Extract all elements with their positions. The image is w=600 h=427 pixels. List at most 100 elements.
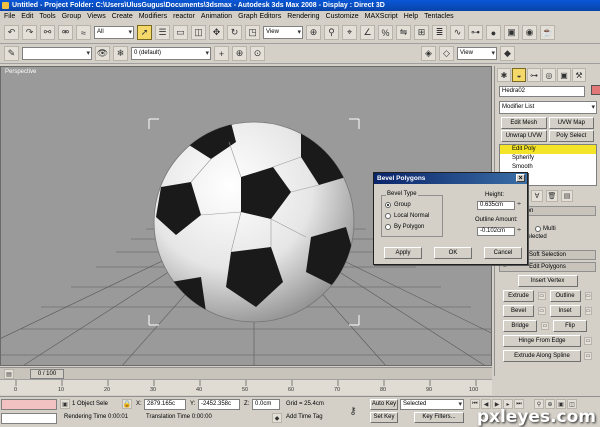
selected-combo[interactable]: Selected bbox=[400, 399, 464, 410]
cancel-button[interactable]: Cancel bbox=[484, 247, 522, 259]
local-normal-radio[interactable] bbox=[385, 213, 391, 219]
time-slider-thumb[interactable]: 0 / 100 bbox=[30, 369, 64, 379]
bevel-button[interactable]: Bevel bbox=[503, 305, 535, 317]
hinge-settings-icon[interactable]: ▭ bbox=[584, 337, 592, 345]
add-to-layer-icon[interactable]: ⊕ bbox=[232, 46, 247, 61]
poly-select-button[interactable]: Poly Select bbox=[548, 130, 594, 142]
time-slider[interactable]: ▤ 0 / 100 bbox=[0, 367, 492, 379]
maxscript-mini-listener[interactable] bbox=[1, 413, 57, 424]
bridge-settings-icon[interactable]: ▭ bbox=[541, 322, 549, 330]
apply-button[interactable]: Apply bbox=[384, 247, 422, 259]
key-filters-button[interactable]: Key Filters... bbox=[414, 412, 464, 423]
stack-item-spherify[interactable]: Spherify bbox=[500, 154, 596, 163]
rotate-icon[interactable]: ↻ bbox=[227, 25, 242, 40]
menu-views[interactable]: Views bbox=[87, 11, 106, 22]
menu-create[interactable]: Create bbox=[112, 11, 133, 22]
by-polygon-option[interactable]: By Polygon bbox=[385, 224, 424, 230]
named-selection-icon[interactable]: ✎ bbox=[4, 46, 19, 61]
time-tag-icon[interactable]: ◆ bbox=[272, 413, 282, 423]
menu-edit[interactable]: Edit bbox=[21, 11, 33, 22]
outline-amount-spinner[interactable]: -0.102cm bbox=[477, 227, 521, 236]
outline-settings-icon[interactable]: ▭ bbox=[584, 292, 592, 300]
utilities-tab-icon[interactable]: ⚒ bbox=[572, 68, 586, 82]
local-normal-option[interactable]: Local Normal bbox=[385, 213, 429, 219]
lock-icon[interactable]: 🔒 bbox=[122, 399, 132, 409]
menu-help[interactable]: Help bbox=[404, 11, 418, 22]
render-frame-icon[interactable]: ◉ bbox=[522, 25, 537, 40]
z-coord-field[interactable]: 0.0cm bbox=[252, 399, 280, 410]
y-coord-field[interactable]: -2452.358c bbox=[198, 399, 240, 410]
selection-filter-combo[interactable]: All bbox=[94, 26, 134, 39]
auto-key-button[interactable]: Auto Key bbox=[370, 399, 398, 410]
dialog-title-bar[interactable]: Bevel Polygons × bbox=[374, 173, 527, 184]
layer-combo[interactable]: 0 (default) bbox=[131, 47, 211, 60]
outline-button[interactable]: Outline bbox=[549, 290, 581, 302]
named-selection-combo[interactable] bbox=[22, 47, 92, 60]
extrude-button[interactable]: Extrude bbox=[503, 290, 535, 302]
schematic-view-icon[interactable]: ⊶ bbox=[468, 25, 483, 40]
menu-file[interactable]: File bbox=[4, 11, 15, 22]
key-icon[interactable]: ⚷ bbox=[344, 403, 362, 419]
curve-editor-icon[interactable]: ∿ bbox=[450, 25, 465, 40]
window-crossing-icon[interactable]: ◫ bbox=[191, 25, 206, 40]
menu-animation[interactable]: Animation bbox=[201, 11, 232, 22]
layer-visibility-icon[interactable]: 👁 bbox=[95, 46, 110, 61]
mini-curve-editor-icon[interactable]: ▤ bbox=[4, 369, 14, 379]
material-editor-icon[interactable]: ● bbox=[486, 25, 501, 40]
align-icon[interactable]: ⊞ bbox=[414, 25, 429, 40]
menu-group[interactable]: Group bbox=[62, 11, 81, 22]
redo-icon[interactable]: ↷ bbox=[22, 25, 37, 40]
percent-snap-icon[interactable]: % bbox=[378, 25, 393, 40]
layer-freeze-icon[interactable]: ❄ bbox=[113, 46, 128, 61]
layer-manager-icon[interactable]: ≣ bbox=[432, 25, 447, 40]
flip-button[interactable]: Flip bbox=[553, 320, 587, 332]
app-icon[interactable] bbox=[2, 2, 9, 9]
insert-vertex-button[interactable]: Insert Vertex bbox=[517, 275, 578, 287]
bridge-button[interactable]: Bridge bbox=[503, 320, 537, 332]
inset-button[interactable]: Inset bbox=[549, 305, 581, 317]
modifier-list-combo[interactable]: Modifier List bbox=[499, 101, 597, 114]
pivot-icon[interactable]: ⊕ bbox=[306, 25, 321, 40]
by-polygon-radio[interactable] bbox=[385, 224, 391, 230]
view-combo[interactable]: View bbox=[457, 47, 497, 60]
manipulate-icon[interactable]: ⚲ bbox=[324, 25, 339, 40]
motion-tab-icon[interactable]: ◎ bbox=[542, 68, 556, 82]
ok-button[interactable]: OK bbox=[434, 247, 472, 259]
ribbon-icon-3[interactable]: ◆ bbox=[500, 46, 515, 61]
multi-radio[interactable] bbox=[535, 226, 542, 232]
rect-selection-icon[interactable]: ▭ bbox=[173, 25, 188, 40]
snap-icon[interactable]: ⌖ bbox=[342, 25, 357, 40]
menu-tentacles[interactable]: Tentacles bbox=[424, 11, 454, 22]
remove-modifier-icon[interactable]: 🗑 bbox=[546, 190, 558, 202]
bind-space-warp-icon[interactable]: ≈ bbox=[76, 25, 91, 40]
menu-rendering[interactable]: Rendering bbox=[287, 11, 319, 22]
scale-icon[interactable]: ◳ bbox=[245, 25, 260, 40]
inset-settings-icon[interactable]: ▭ bbox=[584, 307, 592, 315]
ribbon-icon-1[interactable]: ◈ bbox=[421, 46, 436, 61]
mirror-icon[interactable]: ⇋ bbox=[396, 25, 411, 40]
unwrap-uvw-button[interactable]: Unwrap UVW bbox=[501, 130, 547, 142]
modify-tab-icon[interactable]: ◒ bbox=[512, 68, 526, 82]
display-tab-icon[interactable]: ▣ bbox=[557, 68, 571, 82]
reference-coord-combo[interactable]: View bbox=[263, 26, 303, 39]
hinge-from-edge-button[interactable]: Hinge From Edge bbox=[503, 335, 581, 347]
extrude-along-spline-button[interactable]: Extrude Along Spline bbox=[503, 350, 581, 362]
menu-graph-editors[interactable]: Graph Editors bbox=[238, 11, 281, 22]
move-icon[interactable]: ✥ bbox=[209, 25, 224, 40]
group-option[interactable]: Group bbox=[385, 202, 411, 208]
menu-customize[interactable]: Customize bbox=[326, 11, 359, 22]
maxscript-listener[interactable] bbox=[1, 399, 57, 410]
viewport-label[interactable]: Perspective bbox=[5, 69, 36, 75]
extrude-spline-settings-icon[interactable]: ▭ bbox=[584, 352, 592, 360]
add-time-tag[interactable]: Add Time Tag bbox=[286, 412, 323, 423]
hierarchy-tab-icon[interactable]: ⊶ bbox=[527, 68, 541, 82]
unlink-icon[interactable]: ⚮ bbox=[58, 25, 73, 40]
extrude-settings-icon[interactable]: ▭ bbox=[538, 292, 546, 300]
menu-modifiers[interactable]: Modifiers bbox=[139, 11, 167, 22]
select-by-name-icon[interactable]: ☰ bbox=[155, 25, 170, 40]
render-setup-icon[interactable]: ▣ bbox=[504, 25, 519, 40]
angle-snap-icon[interactable]: ∠ bbox=[360, 25, 375, 40]
object-name-field[interactable]: Hedra02 bbox=[499, 86, 585, 97]
create-tab-icon[interactable]: ✱ bbox=[497, 68, 511, 82]
make-unique-icon[interactable]: ∀ bbox=[531, 190, 543, 202]
